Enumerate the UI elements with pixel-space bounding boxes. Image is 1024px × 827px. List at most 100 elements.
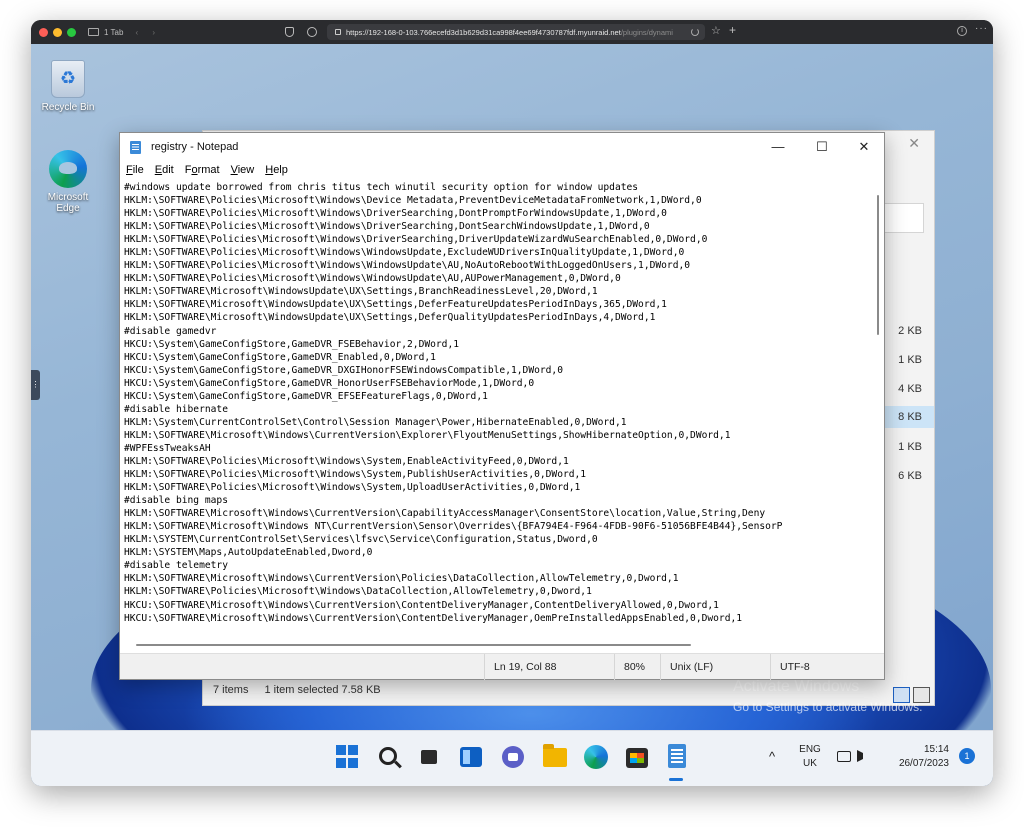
- task-view-icon[interactable]: [421, 750, 437, 764]
- clock[interactable]: 15:14 26/07/2023: [887, 743, 949, 771]
- edge-icon[interactable]: [584, 745, 608, 769]
- minimize-window-button[interactable]: [53, 27, 62, 37]
- extension-icon[interactable]: [307, 27, 317, 37]
- taskbar: ^ ENG UK 15:14 26/07/2023 1: [31, 730, 993, 786]
- text-line: HKLM:\SOFTWARE\Microsoft\Windows\Current…: [124, 573, 679, 585]
- file-explorer-icon[interactable]: [543, 744, 567, 767]
- explorer-status-bar: 7 items 1 item selected 7.58 KB: [213, 679, 813, 701]
- text-line: #disable hibernate: [124, 403, 228, 415]
- text-line: HKLM:\SOFTWARE\Policies\Microsoft\Window…: [124, 469, 587, 481]
- url-path: /plugins/dynami: [620, 27, 673, 37]
- menu-file[interactable]: File: [126, 164, 144, 176]
- menu-edit[interactable]: Edit: [155, 164, 174, 176]
- text-line: HKCU:\SOFTWARE\Microsoft\Windows\Current…: [124, 599, 719, 611]
- text-line: #WPFEssTweaksAH: [124, 442, 211, 454]
- text-line: HKLM:\SOFTWARE\Microsoft\Windows\Current…: [124, 508, 766, 520]
- text-line: HKLM:\SOFTWARE\Policies\Microsoft\Window…: [124, 260, 691, 272]
- browser-toolbar: 1 Tab ‹ › https://192-168-0-103.766ecefd…: [31, 20, 993, 44]
- notepad-window: registry - Notepad — ☐ ✕ File Edit Forma…: [119, 132, 885, 680]
- show-hidden-icons-chevron-icon[interactable]: ^: [769, 749, 775, 764]
- text-line: HKCU:\System\GameConfigStore,GameDVR_Hon…: [124, 377, 535, 389]
- text-line: HKCU:\System\GameConfigStore,GameDVR_EFS…: [124, 390, 488, 402]
- explorer-search-field[interactable]: [884, 203, 924, 233]
- text-line: HKLM:\SOFTWARE\Microsoft\WindowsUpdate\U…: [124, 299, 667, 311]
- text-line: HKLM:\System\CurrentControlSet\Control\S…: [124, 416, 627, 428]
- text-line: HKLM:\SOFTWARE\Microsoft\Windows\Current…: [124, 429, 731, 441]
- reload-icon[interactable]: [691, 28, 699, 36]
- back-forward-icon[interactable]: ‹ ›: [135, 28, 161, 37]
- selection-info: 1 item selected 7.58 KB: [264, 684, 381, 696]
- address-bar[interactable]: https://192-168-0-103.766ecefd3d1b629d31…: [327, 24, 705, 40]
- notepad-icon[interactable]: [668, 744, 686, 768]
- file-size-cell-selected[interactable]: 8 KB: [882, 406, 934, 428]
- text-line: #windows update borrowed from chris titu…: [124, 182, 639, 193]
- notification-badge[interactable]: 1: [959, 748, 975, 764]
- text-line: HKLM:\SOFTWARE\Policies\Microsoft\Window…: [124, 482, 581, 494]
- text-line: HKLM:\SOFTWARE\Microsoft\WindowsUpdate\U…: [124, 312, 656, 324]
- menu-format[interactable]: Format: [185, 164, 220, 176]
- notepad-titlebar[interactable]: registry - Notepad — ☐ ✕: [120, 133, 884, 161]
- cursor-position: Ln 19, Col 88: [484, 654, 614, 680]
- details-view-icon[interactable]: [893, 687, 910, 703]
- sound-icon[interactable]: [857, 750, 869, 762]
- text-line: HKCU:\SOFTWARE\Microsoft\Windows\Current…: [124, 612, 743, 624]
- activate-windows-watermark: Activate Windows: [733, 678, 860, 695]
- more-options-icon[interactable]: ···: [975, 23, 988, 34]
- text-line: HKLM:\SOFTWARE\Policies\Microsoft\Window…: [124, 586, 592, 598]
- network-icon[interactable]: [837, 751, 851, 762]
- menu-help[interactable]: Help: [265, 164, 288, 176]
- menu-view[interactable]: View: [231, 164, 255, 176]
- vertical-scrollbar[interactable]: [870, 179, 884, 637]
- text-line: HKLM:\SOFTWARE\Policies\Microsoft\Window…: [124, 455, 569, 467]
- shield-icon[interactable]: [285, 27, 294, 37]
- browser-window: 1 Tab ‹ › https://192-168-0-103.766ecefd…: [31, 20, 993, 786]
- start-icon[interactable]: [336, 745, 360, 769]
- sidebar-toggle-icon[interactable]: [88, 28, 99, 36]
- input-language[interactable]: ENG UK: [793, 743, 827, 771]
- menu-bar: File Edit Format View Help: [120, 161, 884, 179]
- text-line: HKLM:\SOFTWARE\Microsoft\Windows NT\Curr…: [124, 521, 783, 533]
- encoding: UTF-8: [770, 654, 884, 680]
- new-tab-plus-icon[interactable]: +: [729, 23, 736, 37]
- item-count: 7 items: [213, 684, 249, 696]
- active-app-indicator: [669, 778, 683, 781]
- horizontal-scrollbar[interactable]: [120, 637, 872, 651]
- url-host: https://192-168-0-103.766ecefd3d1b629d31…: [346, 27, 621, 37]
- text-line: HKCU:\System\GameConfigStore,GameDVR_Ena…: [124, 351, 436, 363]
- horizontal-scroll-thumb[interactable]: [136, 644, 691, 646]
- text-line: HKCU:\System\GameConfigStore,GameDVR_FSE…: [124, 338, 460, 350]
- store-icon[interactable]: [626, 748, 648, 768]
- close-icon[interactable]: ✕: [908, 135, 920, 152]
- minimize-button[interactable]: —: [756, 133, 800, 161]
- zoom-level: 80%: [614, 654, 660, 680]
- close-window-button[interactable]: [39, 27, 48, 37]
- widgets-icon[interactable]: [460, 747, 482, 767]
- text-editor-area[interactable]: #windows update borrowed from chris titu…: [120, 179, 872, 637]
- maximize-button[interactable]: ☐: [800, 133, 844, 161]
- text-line: #disable bing maps: [124, 495, 228, 507]
- text-line: HKLM:\SOFTWARE\Policies\Microsoft\Window…: [124, 195, 702, 207]
- teams-chat-icon[interactable]: [502, 746, 524, 768]
- desktop-icon-recycle-bin[interactable]: Recycle Bin: [33, 60, 103, 113]
- recycle-bin-icon: [51, 60, 85, 98]
- text-line: #disable telemetry: [124, 560, 228, 572]
- text-line: HKLM:\SOFTWARE\Policies\Microsoft\Window…: [124, 221, 650, 233]
- windows-desktop: Recycle Bin Microsoft Edge ⋮ ✕ 2 KB 1 KB…: [31, 44, 993, 786]
- notepad-app-icon: [130, 140, 141, 154]
- text-line: HKCU:\System\GameConfigStore,GameDVR_DXG…: [124, 364, 563, 376]
- text-line: HKLM:\SOFTWARE\Microsoft\WindowsUpdate\U…: [124, 286, 598, 298]
- desktop-icon-edge[interactable]: Microsoft Edge: [33, 150, 103, 214]
- tab-count[interactable]: 1 Tab: [104, 28, 123, 37]
- tiles-view-icon[interactable]: [913, 687, 930, 703]
- vertical-scroll-thumb[interactable]: [877, 195, 879, 335]
- bookmark-star-icon[interactable]: ☆: [711, 24, 721, 37]
- info-icon[interactable]: i: [957, 26, 967, 36]
- lock-icon: [335, 29, 341, 35]
- side-panel-handle[interactable]: ⋮: [31, 370, 40, 400]
- text-line: HKLM:\SYSTEM\Maps,AutoUpdateEnabled,Dwor…: [124, 547, 373, 559]
- fullscreen-window-button[interactable]: [67, 27, 76, 37]
- explorer-view-toggle: [893, 687, 930, 703]
- search-icon[interactable]: [379, 747, 397, 765]
- text-line: HKLM:\SOFTWARE\Policies\Microsoft\Window…: [124, 208, 667, 220]
- close-button[interactable]: ✕: [842, 133, 886, 161]
